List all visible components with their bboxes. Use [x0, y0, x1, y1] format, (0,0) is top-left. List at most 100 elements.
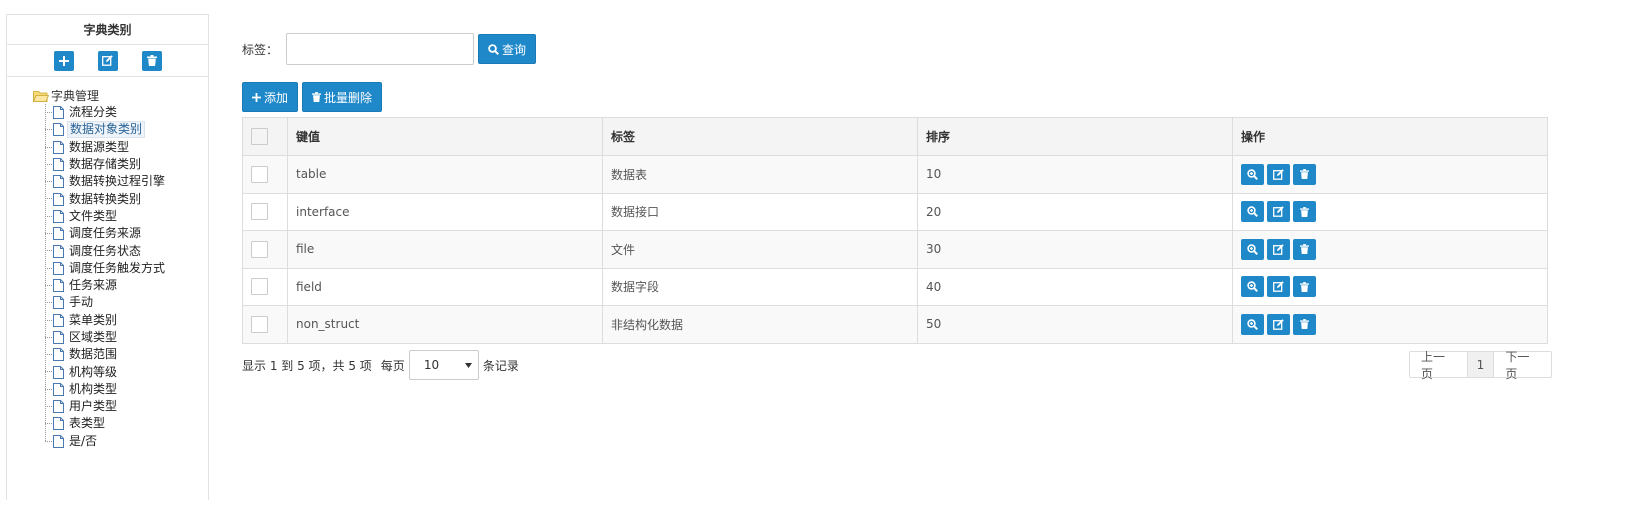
- tree-node[interactable]: 机构等级: [45, 363, 208, 380]
- label-search-input[interactable]: [286, 33, 475, 65]
- cell-key: non_struct: [287, 305, 603, 344]
- delete-button[interactable]: [1293, 201, 1316, 223]
- tree-node[interactable]: 用户类型: [45, 398, 208, 415]
- file-icon: [53, 175, 64, 189]
- tree-node[interactable]: 机构类型: [45, 381, 208, 398]
- cell-key: table: [287, 155, 603, 194]
- panel-title: 字典类别: [7, 15, 208, 45]
- view-button[interactable]: [1241, 313, 1264, 335]
- tree-node[interactable]: 流程分类: [45, 104, 208, 121]
- tree-node[interactable]: 文件类型: [45, 208, 208, 225]
- edit-button[interactable]: [1267, 163, 1290, 185]
- panel-toolbar: [7, 45, 208, 77]
- current-page-button[interactable]: 1: [1467, 352, 1495, 377]
- edit-button[interactable]: [1267, 313, 1290, 335]
- edit-button[interactable]: [1267, 201, 1290, 223]
- edit-button[interactable]: [1267, 238, 1290, 260]
- row-checkbox[interactable]: [251, 240, 268, 258]
- edit-icon: [1273, 319, 1284, 330]
- delete-button[interactable]: [1293, 238, 1316, 260]
- table-header-row: 键值 标签 排序 操作: [242, 117, 1548, 156]
- add-button[interactable]: 添加: [242, 82, 298, 112]
- caret-down-icon: [464, 362, 472, 368]
- row-checkbox[interactable]: [251, 278, 268, 296]
- tree-node-label: 数据源类型: [69, 139, 130, 154]
- zoom-in-icon: [1247, 169, 1258, 180]
- tree-node[interactable]: 菜单类别: [45, 312, 208, 329]
- tree-node[interactable]: 表类型: [45, 415, 208, 432]
- select-all-checkbox[interactable]: [251, 128, 268, 145]
- tree-children: 流程分类 数据对象类别 数据源类型数据存储类别 数据转换过程引擎 数据转换类别 文件类型调…: [45, 104, 208, 450]
- tree-node[interactable]: 数据对象类别: [45, 121, 208, 139]
- page-size-select[interactable]: 10: [408, 350, 479, 380]
- table-row: non_struct 非结构化数据 50: [242, 305, 1548, 344]
- row-checkbox[interactable]: [251, 315, 268, 333]
- file-icon: [53, 313, 64, 327]
- tree-node[interactable]: 手动: [45, 294, 208, 311]
- category-tree: 字典管理 流程分类 数据对象类别 数据源类型数据存储类别 数据转换过程引擎 数据转换类别…: [7, 77, 208, 450]
- file-icon: [53, 434, 64, 448]
- row-checkbox[interactable]: [251, 165, 268, 183]
- tree-node[interactable]: 调度任务状态: [45, 242, 208, 259]
- search-label: 标签：: [242, 42, 279, 57]
- view-button[interactable]: [1241, 238, 1264, 260]
- tree-node[interactable]: 任务来源: [45, 277, 208, 294]
- tree-node-label: 用户类型: [69, 399, 118, 414]
- tree-node[interactable]: 数据存储类别: [45, 156, 208, 173]
- tree-node-label: 调度任务状态: [69, 243, 142, 258]
- add-category-button[interactable]: [53, 50, 74, 71]
- tree-node[interactable]: 数据转换过程引擎: [45, 173, 208, 190]
- cell-label: 数据表: [602, 155, 918, 194]
- delete-button[interactable]: [1293, 276, 1316, 298]
- delete-button[interactable]: [1293, 313, 1316, 335]
- cell-actions: [1232, 305, 1548, 344]
- tree-node-label: 文件类型: [69, 208, 118, 223]
- tree-node-label: 调度任务来源: [69, 226, 142, 241]
- trash-icon: [1300, 169, 1309, 180]
- row-checkbox[interactable]: [251, 203, 268, 221]
- add-button-label: 添加: [263, 90, 288, 105]
- header-label: 标签: [602, 117, 918, 156]
- cell-label: 非结构化数据: [602, 305, 918, 344]
- delete-category-button[interactable]: [141, 50, 162, 71]
- file-icon: [53, 106, 64, 120]
- row-select-cell: [242, 192, 288, 231]
- zoom-in-icon: [1247, 244, 1258, 255]
- tree-node[interactable]: 数据范围: [45, 346, 208, 363]
- tree-node[interactable]: 数据源类型: [45, 139, 208, 156]
- tree-node-label: 数据对象类别: [67, 121, 146, 139]
- cell-key: field: [287, 267, 603, 306]
- tree-root-node[interactable]: 字典管理: [33, 87, 208, 104]
- file-icon: [53, 192, 64, 206]
- view-button[interactable]: [1241, 201, 1264, 223]
- tree-node-label: 表类型: [69, 416, 106, 431]
- trash-icon: [1300, 244, 1309, 255]
- edit-category-button[interactable]: [97, 50, 118, 71]
- tree-node-label: 调度任务触发方式: [69, 260, 166, 275]
- batch-delete-button[interactable]: 批量删除: [302, 82, 382, 112]
- tree-node[interactable]: 数据转换类别: [45, 190, 208, 207]
- trash-icon: [1300, 206, 1309, 217]
- delete-button[interactable]: [1293, 163, 1316, 185]
- prev-page-button[interactable]: 上一页: [1410, 350, 1468, 381]
- tree-node-label: 任务来源: [69, 278, 118, 293]
- view-button[interactable]: [1241, 276, 1264, 298]
- tree-node[interactable]: 调度任务来源: [45, 225, 208, 242]
- tree-node[interactable]: 是/否: [45, 433, 208, 450]
- search-button[interactable]: 查询: [478, 34, 537, 64]
- row-select-cell: [242, 267, 288, 306]
- tree-node-label: 是/否: [69, 433, 98, 448]
- cell-actions: [1232, 192, 1548, 231]
- trash-icon: [311, 92, 321, 102]
- next-page-button[interactable]: 下一页: [1494, 350, 1551, 381]
- cell-actions: [1232, 267, 1548, 306]
- file-icon: [53, 348, 64, 362]
- file-icon: [53, 279, 64, 293]
- tree-node-label: 数据存储类别: [69, 157, 142, 172]
- tree-node[interactable]: 调度任务触发方式: [45, 260, 208, 277]
- tree-node[interactable]: 区域类型: [45, 329, 208, 346]
- edit-button[interactable]: [1267, 276, 1290, 298]
- file-icon: [53, 365, 64, 379]
- view-button[interactable]: [1241, 163, 1264, 185]
- per-page-suffix: 条记录: [482, 358, 519, 373]
